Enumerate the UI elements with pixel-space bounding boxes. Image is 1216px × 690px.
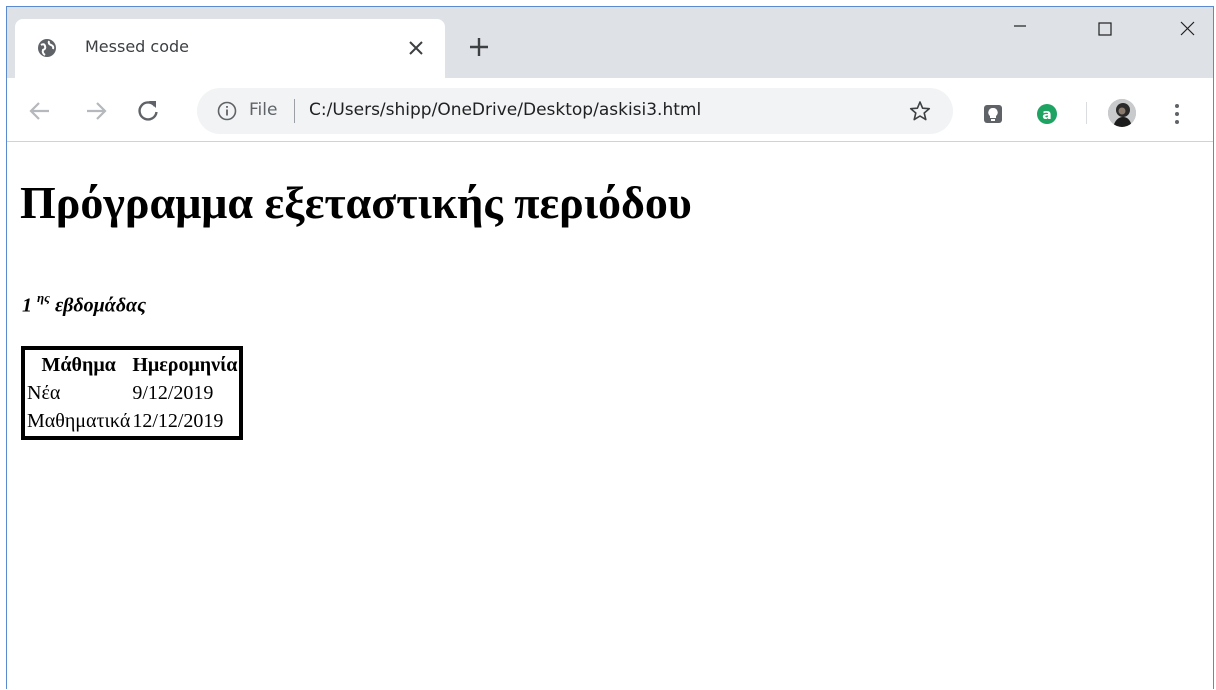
week-label: εβδομάδας (54, 294, 147, 317)
column-header: Ημερομηνία (132, 354, 238, 376)
toolbar-separator (1086, 102, 1087, 124)
table-cell: 9/12/2019 (132, 382, 214, 404)
page-content: Πρόγραμμα εξεταστικής περιόδου 1 ης εβδο… (7, 142, 1213, 690)
browser-tab[interactable]: Messed code (15, 19, 445, 78)
svg-text:a: a (1042, 107, 1051, 123)
maximize-icon[interactable] (1082, 13, 1128, 43)
star-icon[interactable] (909, 100, 931, 122)
arrow-left-icon[interactable] (27, 98, 53, 124)
globe-icon (38, 39, 56, 57)
plus-icon[interactable] (467, 35, 491, 59)
url-text[interactable]: C:/Users/shipp/OneDrive/Desktop/askisi3.… (309, 100, 701, 120)
scheme-label[interactable]: File (249, 100, 277, 120)
arrow-right-icon[interactable] (83, 98, 109, 124)
address-bar[interactable]: File C:/Users/shipp/OneDrive/Desktop/ask… (197, 88, 953, 134)
week-number: 1 (22, 294, 32, 317)
profile-picture-icon (1108, 99, 1136, 127)
kebab-menu-icon[interactable] (1173, 102, 1181, 126)
week-subheading: 1 ης εβδομάδας (22, 290, 147, 318)
page-title: Πρόγραμμα εξεταστικής περιόδου (20, 177, 692, 228)
ordinal-suffix: ης (37, 290, 50, 305)
table-row: Μαθηματικά 12/12/2019 (27, 408, 237, 434)
close-icon[interactable] (405, 37, 427, 59)
exam-schedule-table: Μάθημα Ημερομηνία Νέα 9/12/2019 Μαθηματι… (21, 346, 244, 440)
tab-strip: Messed code (7, 7, 1213, 78)
column-header: Μάθημα (41, 354, 116, 376)
info-icon[interactable] (217, 101, 237, 121)
window-close-icon[interactable] (1164, 13, 1210, 43)
table-row: Νέα 9/12/2019 (27, 380, 237, 406)
address-separator (294, 99, 295, 123)
minimize-icon[interactable] (997, 13, 1043, 43)
browser-toolbar: File C:/Users/shipp/OneDrive/Desktop/ask… (7, 78, 1213, 142)
table-cell: Νέα (27, 382, 61, 404)
table-cell: 12/12/2019 (132, 410, 224, 432)
reload-icon[interactable] (135, 98, 161, 124)
browser-window: Messed code File C:/Users/shipp/OneDrive… (6, 6, 1214, 689)
avatar[interactable] (1108, 99, 1136, 127)
letter-a-extension-icon[interactable]: a (1036, 103, 1058, 125)
tab-title: Messed code (85, 37, 189, 56)
lightbulb-extension-icon[interactable] (982, 103, 1004, 125)
table-header-row: Μάθημα Ημερομηνία (27, 352, 237, 378)
table-cell: Μαθηματικά (27, 410, 131, 432)
